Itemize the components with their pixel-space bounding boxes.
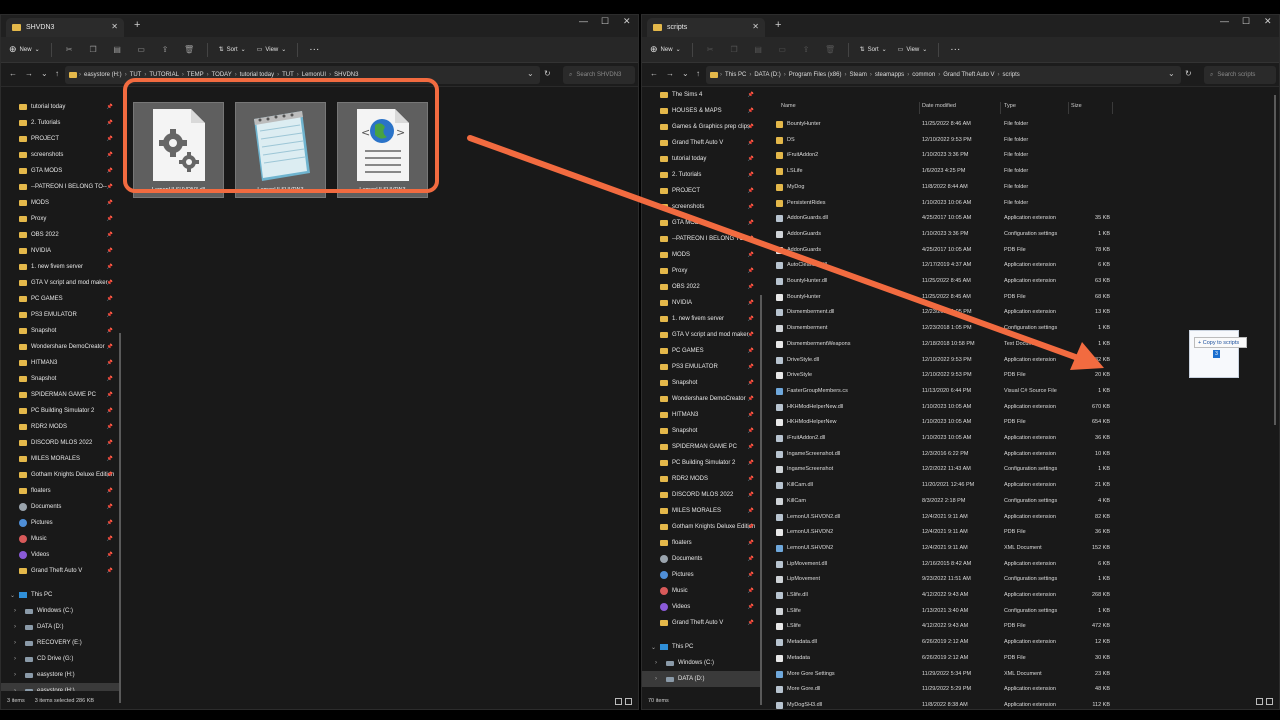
copy-tooltip: + Copy to scripts <box>1194 337 1247 348</box>
annotation-arrow <box>467 135 1104 370</box>
drag-count-badge: 3 <box>1213 350 1220 358</box>
